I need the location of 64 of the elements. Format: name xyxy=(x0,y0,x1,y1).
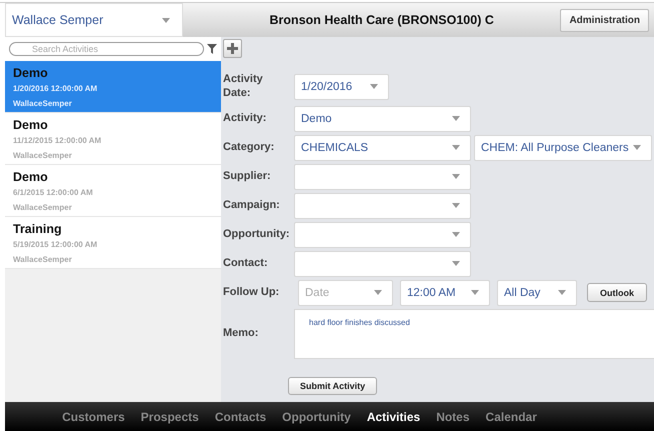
caret-icon xyxy=(452,145,460,150)
search-field[interactable]: Search Activities xyxy=(9,42,204,56)
dropdown-field[interactable]: CHEMICALS xyxy=(294,134,471,160)
field-label: Campaign: xyxy=(223,198,281,212)
nav-tab[interactable]: Calendar xyxy=(486,410,537,424)
activity-owner: WallaceSemper xyxy=(13,99,73,108)
activity-title: Demo xyxy=(13,170,49,184)
nav-tab[interactable]: Activities xyxy=(366,410,420,424)
field-label: Opportunity: xyxy=(223,228,289,242)
plus-icon xyxy=(227,43,238,54)
dropdown-field[interactable] xyxy=(294,250,471,276)
administration-button[interactable]: Administration xyxy=(560,8,649,32)
caret-icon xyxy=(162,18,170,22)
nav-tab[interactable]: Notes xyxy=(436,410,470,424)
dropdown-field[interactable]: CHEM: All Purpose Cleaners xyxy=(474,134,652,160)
nav-tab[interactable]: Customers xyxy=(62,410,125,424)
caret-icon xyxy=(374,290,382,295)
field-label: Contact: xyxy=(223,256,269,270)
caret-icon xyxy=(558,290,566,295)
dropdown-field[interactable]: All Day xyxy=(497,280,577,306)
activity-item[interactable]: Demo 6/1/2015 12:00:00 AM WallaceSemper xyxy=(5,165,221,217)
dropdown-field[interactable]: 1/20/2016 xyxy=(294,74,389,100)
activity-owner: WallaceSemper xyxy=(13,151,73,160)
user-dropdown[interactable]: Wallace Semper xyxy=(5,3,183,37)
filter-icon[interactable] xyxy=(207,44,217,54)
caret-icon xyxy=(452,261,460,266)
field-label: Memo: xyxy=(223,326,260,340)
nav-tab[interactable]: Prospects xyxy=(140,410,199,424)
caret-icon xyxy=(452,203,460,208)
activity-item[interactable]: Demo 1/20/2016 12:00:00 AM WallaceSemper xyxy=(5,61,221,113)
activity-date: 5/19/2015 12:00:00 AM xyxy=(13,240,98,249)
dropdown-field[interactable] xyxy=(294,192,471,218)
activity-title: Training xyxy=(13,222,63,236)
submit-activity-button[interactable]: Submit Activity xyxy=(288,376,378,394)
activity-title: Demo xyxy=(13,118,49,132)
caret-icon xyxy=(452,174,460,179)
nav-tab[interactable]: Contacts xyxy=(214,410,266,424)
field-label: Activity: xyxy=(223,112,268,126)
add-button[interactable] xyxy=(223,39,242,58)
field-label: Supplier: xyxy=(223,170,272,184)
caret-icon xyxy=(452,116,460,121)
activity-item[interactable]: Training 5/19/2015 12:00:00 AM WallaceSemper xyxy=(5,217,221,269)
memo-field[interactable]: hard floor finishes discussed xyxy=(294,308,654,358)
activity-owner: WallaceSemper xyxy=(13,255,73,264)
activity-date: 11/12/2015 12:00:00 AM xyxy=(13,136,102,145)
dropdown-field[interactable] xyxy=(294,222,471,248)
dropdown-field[interactable]: Demo xyxy=(294,106,471,132)
field-label: Activity Date: xyxy=(223,73,264,100)
dropdown-field[interactable]: 12:00 AM xyxy=(400,280,490,306)
caret-icon xyxy=(471,290,479,295)
nav-tab[interactable]: Opportunity xyxy=(282,410,351,424)
activity-title: Demo xyxy=(13,66,49,80)
field-label: Category: xyxy=(223,140,276,154)
caret-icon xyxy=(633,145,641,150)
field-label: Follow Up: xyxy=(223,286,280,300)
activity-date: 1/20/2016 12:00:00 AM xyxy=(13,84,98,93)
dropdown-field[interactable] xyxy=(294,164,471,190)
caret-icon xyxy=(370,84,378,90)
caret-icon xyxy=(452,232,460,237)
outlook-button[interactable]: Outlook xyxy=(587,283,647,302)
activity-date: 6/1/2015 12:00:00 AM xyxy=(13,188,94,197)
account-title: Bronson Health Care (BRONSO100) C xyxy=(268,13,495,27)
activity-item[interactable]: Demo 11/12/2015 12:00:00 AM WallaceSemper xyxy=(5,113,221,165)
activity-owner: WallaceSemper xyxy=(13,203,73,212)
